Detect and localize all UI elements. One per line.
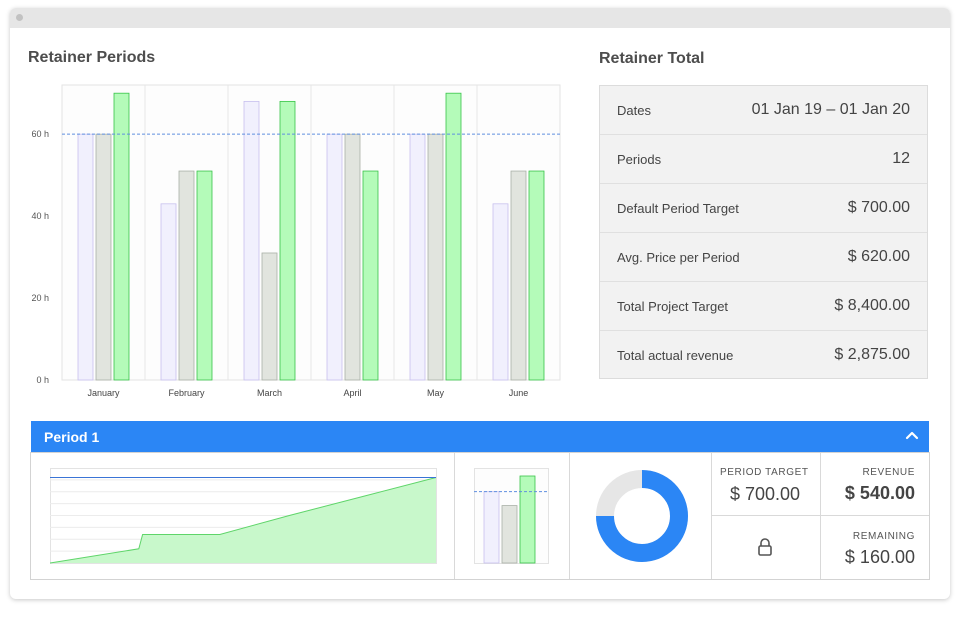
window-titlebar bbox=[10, 8, 950, 28]
y-tick-label: 20 h bbox=[31, 293, 49, 303]
revenue-label: REVENUE bbox=[862, 467, 915, 478]
retainer-total-row: Avg. Price per Period $ 620.00 bbox=[600, 233, 927, 282]
retainer-total-row-value: $ 8,400.00 bbox=[834, 297, 910, 314]
remaining-value: $ 160.00 bbox=[844, 547, 915, 567]
chart-bar bbox=[77, 133, 94, 381]
chart-bar bbox=[178, 170, 195, 381]
chart-bar bbox=[427, 133, 444, 381]
chart-bar bbox=[409, 133, 426, 381]
mini-bar bbox=[519, 475, 536, 564]
retainer-total-row-label: Periods bbox=[617, 152, 662, 167]
y-tick-label: 60 h bbox=[31, 129, 49, 139]
window-dot-icon[interactable] bbox=[16, 14, 23, 21]
chart-bar bbox=[492, 203, 509, 381]
chart-bar bbox=[196, 170, 213, 381]
chart-bar bbox=[344, 133, 361, 381]
x-tick-label: April bbox=[343, 388, 361, 398]
retainer-total-row-value: $ 700.00 bbox=[847, 199, 910, 216]
retainer-total-row: Default Period Target $ 700.00 bbox=[600, 184, 927, 233]
chart-bar bbox=[279, 100, 296, 381]
retainer-total-row-value: $ 2,875.00 bbox=[834, 346, 910, 363]
chart-bar bbox=[362, 170, 379, 381]
x-tick-label: May bbox=[427, 388, 445, 398]
chart-bar bbox=[326, 133, 343, 381]
retainer-total-row-label: Dates bbox=[617, 103, 651, 118]
x-tick-label: March bbox=[257, 388, 282, 398]
chart-bar bbox=[261, 252, 278, 381]
mini-bar bbox=[501, 505, 518, 564]
x-tick-label: January bbox=[87, 388, 120, 398]
panel-divider bbox=[711, 453, 712, 579]
period-target-value: $ 700.00 bbox=[730, 484, 801, 504]
app-window: Retainer Periods 0 h 20 h 40 h 60 h January F… bbox=[10, 8, 950, 599]
retainer-periods-title: Retainer Periods bbox=[28, 49, 156, 66]
chevron-up-icon[interactable] bbox=[904, 427, 920, 443]
panel-divider bbox=[569, 453, 570, 579]
retainer-total-table: Dates 01 Jan 19 – 01 Jan 20 Periods 12 Defau… bbox=[599, 85, 928, 379]
retainer-total-row-label: Default Period Target bbox=[617, 201, 739, 216]
y-tick-label: 40 h bbox=[31, 211, 49, 221]
panel-divider bbox=[454, 453, 455, 579]
retainer-total-row-value: 01 Jan 19 – 01 Jan 20 bbox=[751, 101, 910, 118]
chart-bar bbox=[243, 100, 260, 381]
y-tick-label: 0 h bbox=[36, 375, 49, 385]
period-target-label: PERIOD TARGET bbox=[720, 467, 809, 478]
x-tick-label: June bbox=[509, 388, 529, 398]
revenue-value: $ 540.00 bbox=[844, 483, 915, 503]
chart-bar bbox=[445, 92, 462, 381]
retainer-total-title: Retainer Total bbox=[599, 50, 705, 67]
chart-bar bbox=[528, 170, 545, 381]
mini-bar bbox=[483, 491, 500, 564]
chart-bar bbox=[160, 203, 177, 381]
period-header[interactable]: Period 1 bbox=[31, 421, 929, 452]
chart-bar bbox=[113, 92, 130, 381]
lock-icon[interactable] bbox=[757, 537, 773, 557]
retainer-total-row: Periods 12 bbox=[600, 135, 927, 184]
revenue-donut-chart bbox=[596, 470, 688, 562]
retainer-total-row-label: Total Project Target bbox=[617, 299, 729, 314]
retainer-total-row-value: 12 bbox=[892, 150, 910, 167]
retainer-total-row-value: $ 620.00 bbox=[847, 248, 910, 265]
retainer-total-row-label: Avg. Price per Period bbox=[617, 250, 740, 265]
x-tick-label: February bbox=[168, 388, 205, 398]
panel-divider bbox=[712, 515, 929, 516]
period-panel: PERIOD TARGET $ 700.00 REVENUE $ 540.00 … bbox=[30, 452, 930, 580]
panel-divider bbox=[820, 453, 821, 579]
retainer-total-row-label: Total actual revenue bbox=[617, 348, 734, 363]
retainer-total-row: Dates 01 Jan 19 – 01 Jan 20 bbox=[600, 86, 927, 135]
retainer-total-row: Total Project Target $ 8,400.00 bbox=[600, 282, 927, 331]
remaining-label: REMAINING bbox=[852, 531, 915, 542]
chart-bar bbox=[510, 170, 527, 381]
period-title: Period 1 bbox=[44, 429, 100, 445]
retainer-periods-chart: 0 h 20 h 40 h 60 h January February March April… bbox=[31, 84, 561, 398]
chart-bar bbox=[95, 133, 112, 381]
period-mini-bar-chart bbox=[474, 468, 549, 564]
retainer-total-row: Total actual revenue $ 2,875.00 bbox=[600, 331, 927, 380]
period-progress-chart bbox=[50, 468, 437, 564]
